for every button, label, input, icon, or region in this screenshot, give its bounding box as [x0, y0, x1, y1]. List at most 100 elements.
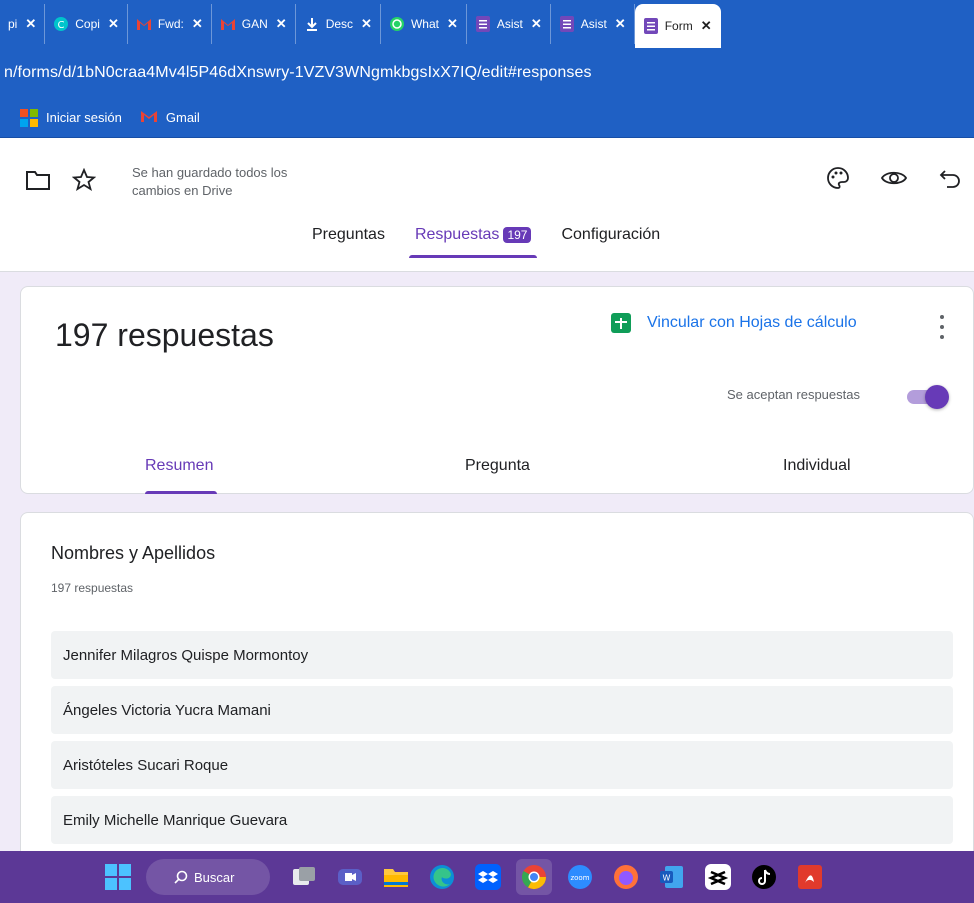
saved-status: Se han guardado todos los cambios en Dri…: [132, 165, 288, 198]
close-icon[interactable]: ✕: [361, 16, 372, 32]
star-icon[interactable]: [70, 166, 98, 194]
list-item: Aristóteles Sucari Roque: [51, 741, 953, 789]
tab-label: Respuestas: [414, 226, 500, 243]
bookmark-label: Gmail: [165, 110, 200, 125]
accepting-responses-label: Se aceptan respuestas: [727, 387, 860, 402]
browser-tab-label: Asist: [496, 17, 523, 31]
header-right-icons: [798, 162, 966, 194]
microsoft-icon: [20, 108, 38, 127]
zoom-icon[interactable]: zoom: [562, 859, 598, 895]
gmail-icon: [220, 16, 236, 32]
start-icon[interactable]: [100, 859, 136, 895]
responses-count-badge: 197: [503, 227, 532, 243]
firefox-icon[interactable]: [608, 859, 644, 895]
main-tabs: Preguntas Respuestas 197 Configuración: [300, 226, 678, 258]
close-icon[interactable]: ✕: [192, 16, 203, 32]
capcut-icon[interactable]: [700, 859, 736, 895]
tab-settings[interactable]: Configuración: [549, 226, 672, 258]
close-icon[interactable]: ✕: [531, 16, 542, 32]
close-icon[interactable]: ✕: [25, 16, 36, 32]
gmail-icon: [136, 16, 152, 32]
bookmark-gmail[interactable]: Gmail: [140, 109, 200, 127]
tiktok-icon[interactable]: [746, 859, 782, 895]
more-options-icon[interactable]: [937, 315, 947, 339]
tab-questions[interactable]: Preguntas: [300, 226, 397, 258]
meet-icon[interactable]: [332, 859, 368, 895]
url-text[interactable]: n/forms/d/1bN0craa4Mv4l5P46dXnswry-1VZV3…: [4, 64, 592, 82]
download-icon: [304, 16, 320, 32]
tab-individual[interactable]: Individual: [783, 457, 851, 475]
gmail-icon: [140, 109, 158, 127]
acrobat-icon[interactable]: [792, 859, 828, 895]
browser-tab-label: Asist: [580, 17, 607, 31]
tab-label: Preguntas: [312, 226, 385, 243]
whatsapp-icon: [389, 16, 405, 32]
accepting-responses-toggle[interactable]: [907, 385, 949, 409]
bookmark-label: Iniciar sesión: [46, 110, 122, 125]
link-sheets-button[interactable]: Vincular con Hojas de cálculo: [611, 313, 857, 333]
forms-header: Se han guardado todos los cambios en Dri…: [0, 138, 974, 272]
header-left-icons: [24, 166, 116, 194]
close-icon[interactable]: ✕: [615, 16, 626, 32]
palette-icon[interactable]: [822, 162, 854, 194]
browser-tab[interactable]: GAN ✕: [212, 4, 296, 44]
sheets-icon: [611, 313, 631, 333]
chrome-icon[interactable]: [516, 859, 552, 895]
question-response-count: 197 respuestas: [51, 581, 134, 595]
browser-tab[interactable]: pi ✕: [0, 4, 46, 44]
dropbox-icon[interactable]: [470, 859, 506, 895]
list-item: Jennifer Milagros Quispe Mormontoy: [51, 631, 953, 679]
browser-tab-label: pi: [8, 17, 18, 31]
browser-tab[interactable]: What ✕: [381, 4, 467, 44]
tab-summary[interactable]: Resumen: [145, 457, 213, 475]
forms-icon: [643, 18, 659, 34]
browser-tab-label: Form: [664, 19, 693, 33]
preview-eye-icon[interactable]: [878, 162, 910, 194]
close-icon[interactable]: ✕: [701, 18, 712, 34]
browser-tab-label: Desc: [325, 17, 354, 31]
close-icon[interactable]: ✕: [447, 16, 458, 32]
list-item: Ángeles Victoria Yucra Mamani: [51, 686, 953, 734]
svg-text:zoom: zoom: [570, 874, 589, 882]
browser-tab[interactable]: Asist ✕: [467, 4, 551, 44]
canva-icon: C: [53, 16, 69, 32]
answer-list: Jennifer Milagros Quispe Mormontoy Ángel…: [51, 631, 953, 851]
tab-label: Configuración: [561, 226, 661, 243]
browser-tab-label: Copi: [75, 17, 100, 31]
browser-tab-label: What: [410, 17, 439, 31]
undo-icon[interactable]: [934, 162, 966, 194]
tab-question[interactable]: Pregunta: [465, 457, 530, 475]
tab-responses[interactable]: Respuestas 197: [403, 226, 544, 258]
taskbar-search[interactable]: Buscar: [146, 859, 270, 895]
svg-text:C: C: [58, 20, 65, 31]
browser-tab[interactable]: Asist ✕: [551, 4, 635, 44]
browser-tab[interactable]: Desc ✕: [296, 4, 381, 44]
windows-taskbar: Buscar zoom W: [0, 851, 974, 903]
file-explorer-icon[interactable]: [378, 859, 414, 895]
question-summary-card: Nombres y Apellidos 197 respuestas Jenni…: [20, 512, 974, 852]
word-icon[interactable]: W: [654, 859, 690, 895]
forms-icon: [559, 16, 575, 32]
address-bar[interactable]: n/forms/d/1bN0craa4Mv4l5P46dXnswry-1VZV3…: [0, 48, 974, 98]
edge-icon[interactable]: [424, 859, 460, 895]
responses-summary-card: 197 respuestas Vincular con Hojas de cál…: [20, 286, 974, 494]
active-tab-indicator: [145, 491, 217, 494]
list-item: Emily Michelle Manrique Guevara: [51, 796, 953, 844]
responses-title: 197 respuestas: [55, 317, 274, 353]
svg-text:W: W: [663, 874, 671, 883]
link-sheets-label: Vincular con Hojas de cálculo: [647, 314, 857, 331]
taskbar-search-label: Buscar: [194, 869, 235, 885]
forms-icon: [475, 16, 491, 32]
task-view-icon[interactable]: [286, 859, 322, 895]
response-subtabs: Resumen Pregunta Individual: [21, 455, 974, 495]
question-title: Nombres y Apellidos: [51, 543, 216, 563]
browser-tab[interactable]: Fwd: ✕: [128, 4, 212, 44]
folder-icon[interactable]: [24, 166, 52, 194]
bookmarks-bar: Iniciar sesión Gmail: [0, 98, 974, 138]
search-icon: [174, 870, 188, 884]
bookmark-microsoft[interactable]: Iniciar sesión: [20, 108, 122, 127]
browser-tab[interactable]: C Copi ✕: [45, 4, 128, 44]
browser-tab-active[interactable]: Form ✕: [634, 4, 721, 48]
close-icon[interactable]: ✕: [276, 16, 287, 32]
close-icon[interactable]: ✕: [108, 16, 119, 32]
